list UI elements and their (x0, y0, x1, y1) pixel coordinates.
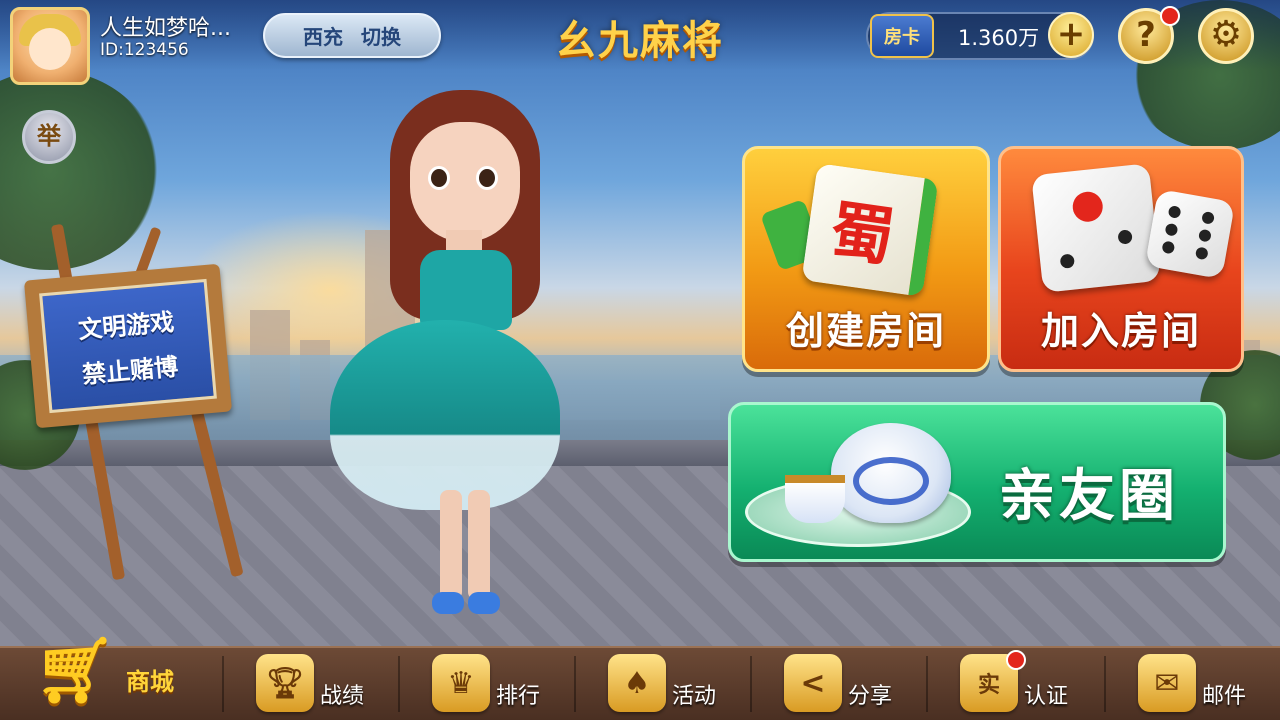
room-card-count: 1.360万 (958, 26, 1040, 50)
verify-badge-char: 实 (977, 673, 1000, 698)
nav-divider (926, 656, 928, 712)
die-pip (1194, 246, 1209, 261)
die-pip (1059, 253, 1076, 269)
character-shoe (432, 592, 464, 614)
nav-record[interactable]: 🏆︎ 战绩 (256, 646, 364, 720)
nav-shop[interactable]: 🛒︎ 商城 (30, 620, 174, 720)
avatar[interactable] (10, 7, 90, 85)
teapot-pattern (853, 457, 929, 505)
character-leg (468, 490, 490, 600)
friends-circle-button[interactable]: 亲友圈 (728, 402, 1226, 562)
create-room-label: 创建房间 (785, 309, 946, 353)
dice-icon (1031, 163, 1161, 293)
notice-sign-board: 文明游戏 禁止赌博 (39, 278, 217, 414)
character-eye (428, 166, 450, 190)
character-shoe (468, 592, 500, 614)
dice-icon (1144, 188, 1236, 280)
nav-record-label: 战绩 (320, 684, 365, 709)
die-pip (1167, 205, 1182, 219)
die-pip (1197, 228, 1212, 243)
tea-cup-icon (785, 475, 845, 523)
share-icon: < (784, 654, 842, 712)
report-button[interactable]: 举 (22, 110, 76, 164)
die-pip (1117, 229, 1133, 245)
nav-activity[interactable]: ♠ 活动 (608, 646, 716, 720)
region-name: 西充 (303, 25, 343, 49)
nav-divider (398, 656, 400, 712)
join-room-button[interactable]: 加入房间 (998, 146, 1244, 372)
nav-divider (750, 656, 752, 712)
username: 人生如梦哈... (100, 16, 231, 41)
lobby-screen: 人生如梦哈... ID:123456 西充 切换 幺九麻将 房卡 1.360万 … (0, 0, 1280, 720)
help-notification-dot (1160, 6, 1180, 26)
nav-ranking-label: 排行 (496, 684, 541, 709)
tree-foliage (0, 70, 160, 270)
join-room-label: 加入房间 (1040, 309, 1201, 353)
mahjong-tile-icon: 蜀 (801, 163, 939, 297)
nav-shop-label: 商城 (126, 667, 174, 696)
notice-line-2: 禁止赌博 (81, 352, 180, 390)
podium-icon: ♛ (432, 654, 490, 712)
nav-activity-label: 活动 (672, 684, 717, 709)
die-pip (1201, 210, 1216, 225)
region-switch-label: 切换 (361, 25, 401, 49)
region-switch-button[interactable]: 西充 切换 (263, 13, 441, 58)
notice-sign: 文明游戏 禁止赌博 (23, 263, 233, 429)
add-room-card-button[interactable]: + (1048, 12, 1094, 58)
nav-share[interactable]: < 分享 (784, 646, 892, 720)
character-leg (440, 490, 462, 600)
nav-divider (222, 656, 224, 712)
verify-notification-dot (1006, 650, 1026, 670)
die-pip (1164, 222, 1179, 237)
nav-divider (574, 656, 576, 712)
die-pip (1071, 190, 1105, 224)
cart-icon: 🛒︎ (34, 633, 116, 708)
die-pip (1161, 240, 1176, 255)
mail-icon: ✉ (1138, 654, 1196, 712)
settings-button[interactable]: ⚙ (1198, 8, 1254, 64)
character-eye (476, 166, 498, 190)
avatar-face (29, 28, 71, 70)
room-card-label: 房卡 (870, 14, 934, 58)
nav-ranking[interactable]: ♛ 排行 (432, 646, 540, 720)
nav-share-label: 分享 (848, 684, 893, 709)
nav-divider (1104, 656, 1106, 712)
mahjong-tile-char: 蜀 (825, 193, 900, 277)
friends-circle-label: 亲友圈 (999, 464, 1179, 529)
character-dress-top (420, 250, 512, 330)
character-skirt (330, 320, 560, 510)
notice-line-1: 文明游戏 (77, 307, 176, 345)
character-face (410, 122, 520, 242)
nav-mail[interactable]: ✉ 邮件 (1138, 646, 1246, 720)
gift-icon: ♠ (608, 654, 666, 712)
game-title: 幺九麻将 (556, 18, 724, 64)
create-room-button[interactable]: 蜀 创建房间 (742, 146, 990, 372)
user-id: ID:123456 (100, 40, 189, 60)
trophy-icon: 🏆︎ (256, 654, 314, 712)
nav-verify-label: 认证 (1024, 684, 1069, 709)
nav-mail-label: 邮件 (1202, 684, 1247, 709)
teapot-icon (831, 423, 951, 523)
